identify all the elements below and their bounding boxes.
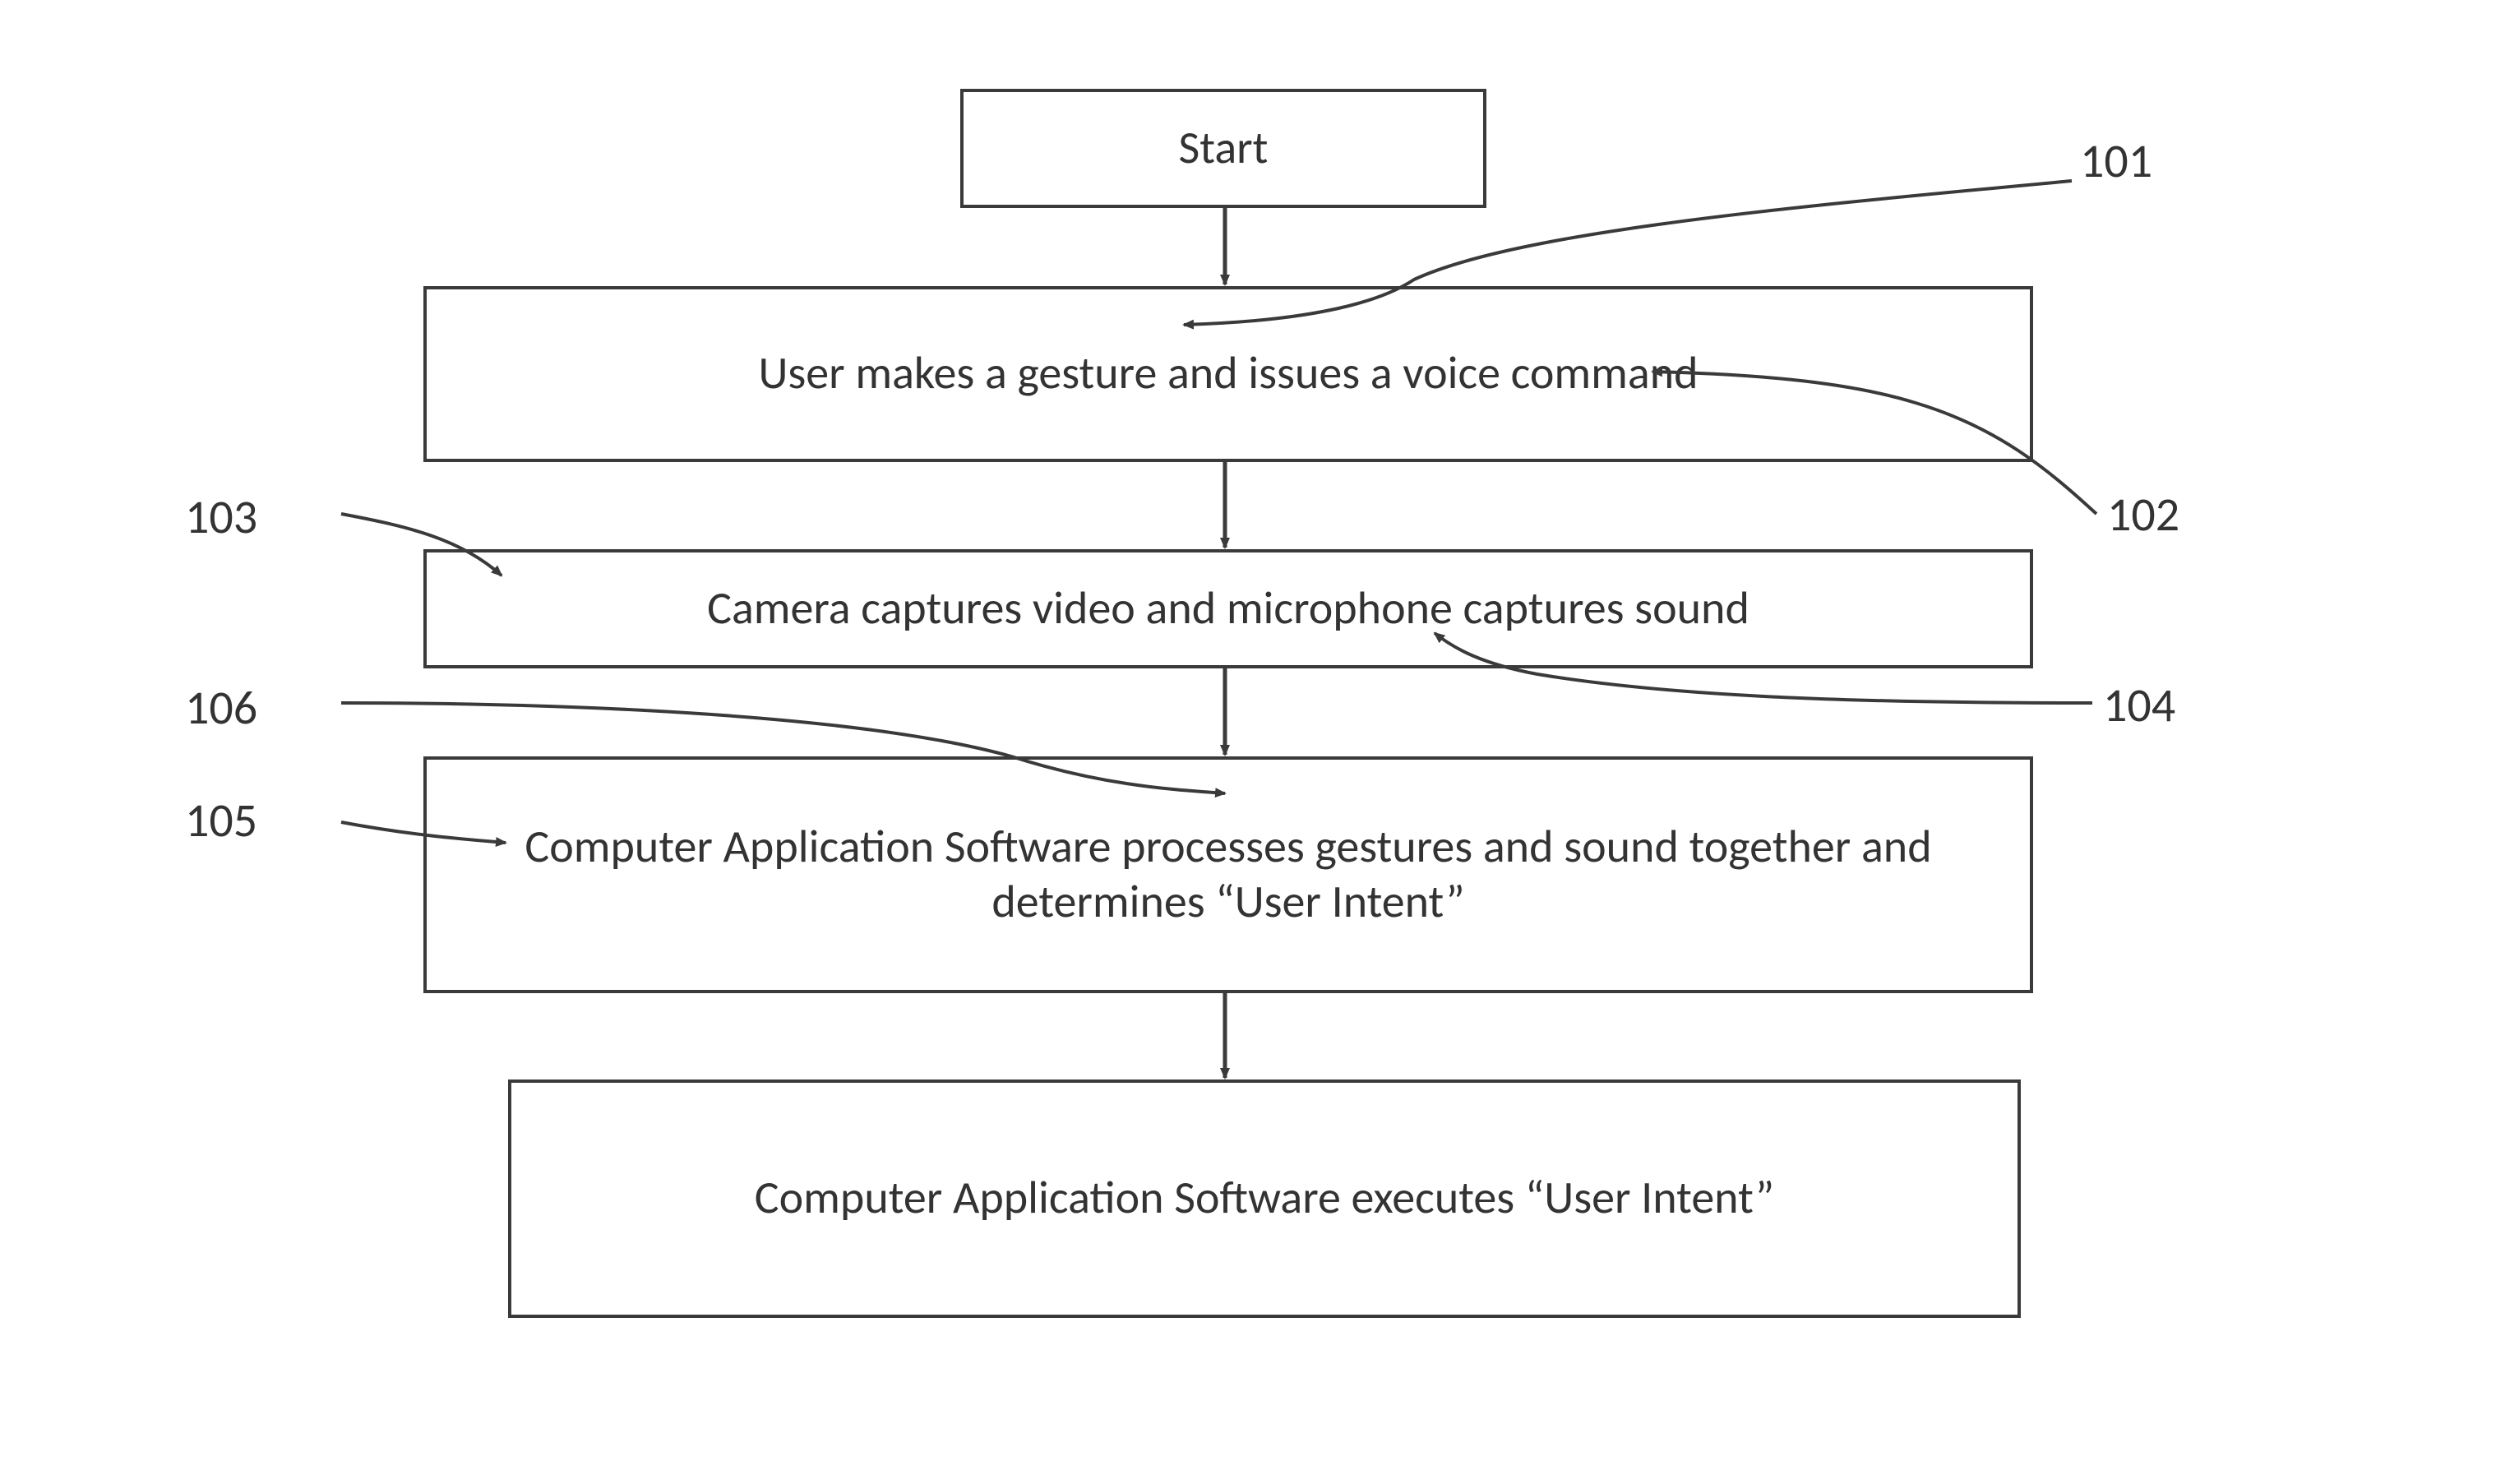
connector-overlay [0, 0, 2519, 1484]
